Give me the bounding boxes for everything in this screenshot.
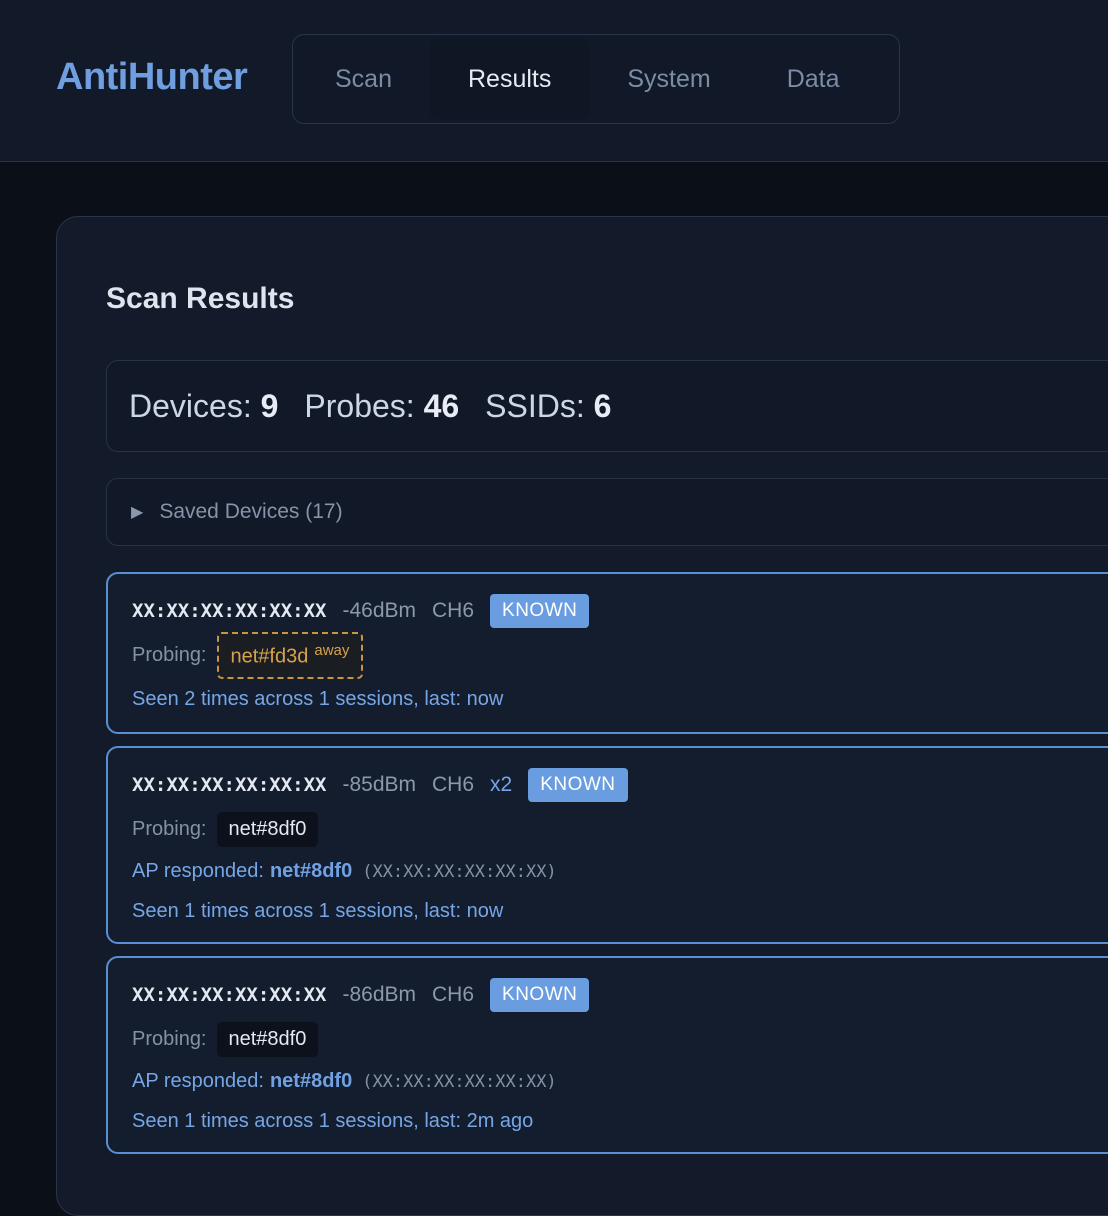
stat-probes-value: 46: [423, 387, 460, 424]
device-rssi: -86dBm: [342, 983, 416, 1006]
seen-text: Seen 1 times across 1 sessions, last: no…: [132, 900, 504, 922]
tab-system[interactable]: System: [589, 39, 748, 119]
expand-triangle-icon: ▶: [131, 504, 144, 521]
ap-mac: (XX:XX:XX:XX:XX:XX): [362, 861, 557, 882]
device-mac: XX:XX:XX:XX:XX:XX: [132, 774, 327, 796]
device-count: x2: [490, 773, 513, 796]
ap-mac: (XX:XX:XX:XX:XX:XX): [362, 1071, 557, 1092]
device-card[interactable]: XX:XX:XX:XX:XX:XX -85dBm CH6 x2 KNOWN Pr…: [106, 746, 1108, 944]
device-header: XX:XX:XX:XX:XX:XX -86dBm CH6 KNOWN: [132, 978, 590, 1012]
device-rssi: -85dBm: [342, 773, 416, 796]
seen-row: Seen 2 times across 1 sessions, last: no…: [132, 688, 503, 711]
seen-row: Seen 1 times across 1 sessions, last: no…: [132, 900, 503, 923]
brand-logo[interactable]: AntiHunter: [56, 56, 248, 99]
known-badge: KNOWN: [490, 594, 590, 628]
ap-label: AP responded:: [132, 860, 264, 882]
main-nav: Scan Results System Data: [292, 34, 900, 124]
probing-label: Probing:: [132, 1028, 207, 1050]
stat-ssids-label: SSIDs:: [485, 387, 585, 424]
ap-ssid: net#8df0: [269, 860, 353, 882]
ap-row: AP responded: net#8df0 (XX:XX:XX:XX:XX:XX…: [132, 1070, 557, 1093]
stat-probes-label: Probes:: [304, 387, 415, 424]
tab-scan[interactable]: Scan: [297, 39, 430, 119]
ssid-chip[interactable]: net#8df0: [216, 812, 319, 847]
device-channel: CH6: [432, 599, 475, 622]
app-header: AntiHunter Scan Results System Data: [0, 0, 1108, 162]
device-header: XX:XX:XX:XX:XX:XX -46dBm CH6 KNOWN: [132, 594, 590, 628]
probing-row: Probing: net#fd3d away: [132, 632, 364, 679]
device-mac: XX:XX:XX:XX:XX:XX: [132, 600, 327, 622]
seen-row: Seen 1 times across 1 sessions, last: 2m…: [132, 1110, 533, 1133]
tab-data[interactable]: Data: [749, 39, 878, 119]
saved-devices-label: Saved Devices (17): [159, 500, 343, 523]
device-channel: CH6: [432, 773, 475, 796]
ssid-chip[interactable]: net#fd3d away: [216, 632, 364, 679]
stat-ssids: SSIDs: 6: [485, 388, 611, 425]
device-card[interactable]: XX:XX:XX:XX:XX:XX -86dBm CH6 KNOWN Probi…: [106, 956, 1108, 1154]
stat-devices-label: Devices:: [129, 387, 252, 424]
away-tag: away: [314, 642, 350, 659]
stat-probes: Probes: 46: [304, 388, 459, 425]
ssid-name: net#fd3d: [230, 645, 309, 668]
tab-results[interactable]: Results: [429, 39, 590, 119]
known-badge: KNOWN: [490, 978, 590, 1012]
ap-ssid: net#8df0: [269, 1070, 353, 1092]
seen-text: Seen 1 times across 1 sessions, last: 2m…: [132, 1110, 534, 1132]
stat-devices-value: 9: [260, 387, 279, 424]
ap-row: AP responded: net#8df0 (XX:XX:XX:XX:XX:XX…: [132, 860, 557, 883]
ap-responded: AP responded: net#8df0: [132, 860, 352, 883]
device-header: XX:XX:XX:XX:XX:XX -85dBm CH6 x2 KNOWN: [132, 768, 628, 802]
probing-row: Probing: net#8df0: [132, 812, 319, 847]
device-channel: CH6: [432, 983, 475, 1006]
ap-responded: AP responded: net#8df0: [132, 1070, 352, 1093]
probing-label: Probing:: [132, 818, 207, 840]
ssid-chip[interactable]: net#8df0: [216, 1022, 319, 1057]
probing-row: Probing: net#8df0: [132, 1022, 319, 1057]
stat-ssids-value: 6: [593, 387, 612, 424]
known-badge: KNOWN: [528, 768, 628, 802]
stat-devices: Devices: 9: [129, 388, 278, 425]
device-rssi: -46dBm: [342, 599, 416, 622]
stats-bar: Devices: 9 Probes: 46 SSIDs: 6: [106, 360, 1108, 452]
device-card[interactable]: XX:XX:XX:XX:XX:XX -46dBm CH6 KNOWN Probi…: [106, 572, 1108, 734]
probing-label: Probing:: [132, 643, 207, 666]
page-title: Scan Results: [106, 282, 295, 315]
device-mac: XX:XX:XX:XX:XX:XX: [132, 984, 327, 1006]
saved-devices-toggle[interactable]: ▶ Saved Devices (17): [106, 478, 1108, 546]
seen-text: Seen 2 times across 1 sessions, last: no…: [132, 688, 504, 710]
ap-label: AP responded:: [132, 1070, 264, 1092]
